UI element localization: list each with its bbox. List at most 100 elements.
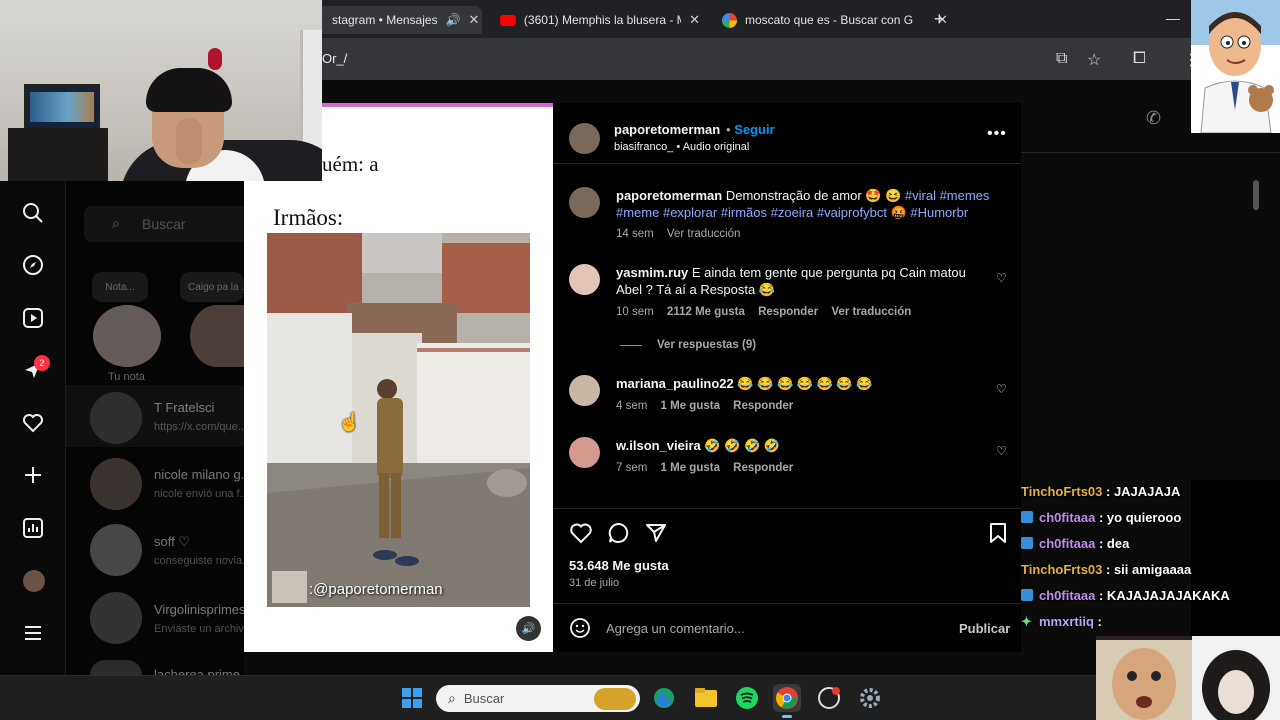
dm-search-input[interactable]: ⌕ Buscar [84,206,254,242]
phone-icon[interactable]: ✆ [1146,108,1161,129]
chat-message: ch0fitaaa : dea [1021,536,1129,551]
caption-hashtags[interactable]: #meme #explorar #irmãos #zoeira #vaiprof… [616,205,968,220]
note-bubble[interactable]: Nota... [92,272,148,302]
post-date: 31 de julio [569,577,620,589]
your-note-avatar[interactable] [93,305,161,367]
save-icon[interactable] [987,521,1009,550]
scrollbar[interactable] [1253,180,1259,210]
profile-avatar[interactable] [23,570,45,592]
thread-name[interactable]: soff ♡ [154,534,190,550]
tab-label: stagram • Mensajes [332,13,438,27]
thread-avatar [90,392,142,444]
comment-like-icon[interactable]: ♡ [996,382,1007,396]
chat-username[interactable]: ch0fitaaa [1039,536,1095,551]
publish-button[interactable]: Publicar [959,621,1010,636]
app-icon[interactable] [815,684,843,712]
search-icon[interactable] [20,200,46,226]
tab-youtube[interactable]: (3601) Memphis la blusera - Mo ✕ [490,6,700,34]
comment-author[interactable]: mariana_paulino22 [616,376,734,391]
chat-username[interactable]: ch0fitaaa [1039,588,1095,603]
minimize-button[interactable]: — [1166,10,1180,26]
install-app-icon[interactable]: ⧉ [1056,50,1067,68]
comment-like-icon[interactable]: ♡ [996,271,1007,285]
comment-likes[interactable]: 2112 Me gusta [667,306,745,318]
chat-message: TinchoFrts03 : JAJAJAJA [1021,484,1180,499]
subscriber-badge-icon [1021,537,1033,549]
thread-name[interactable]: T Fratelsci [154,400,214,415]
create-icon[interactable] [20,462,46,488]
taskbar-search[interactable]: ⌕ Buscar [436,685,640,712]
thread-avatar [90,458,142,510]
chat-username[interactable]: TinchoFrts03 [1021,562,1102,577]
comment-author[interactable]: w.ilson_vieira [616,438,701,453]
see-translation-link[interactable]: Ver traducción [831,306,911,318]
close-icon[interactable]: ✕ [469,12,480,28]
caption-author[interactable]: paporetomerman [616,188,722,203]
audio-label[interactable]: Audio original [683,141,750,153]
reply-link[interactable]: Responder [733,462,793,474]
tab-google[interactable]: moscato que es - Buscar con G ✕ [712,6,952,34]
note-avatar[interactable] [190,305,244,367]
thread-preview: nicole envió una f... [154,488,244,500]
mute-toggle-icon[interactable]: 🔊 [516,616,541,641]
follow-button[interactable]: • Seguir [726,122,775,137]
comment-likes[interactable]: 1 Me gusta [661,400,720,412]
caption-author-avatar[interactable] [569,187,600,218]
note-bubble[interactable]: Caigo pa la ... [180,272,244,302]
author-username[interactable]: paporetomerman [614,122,720,137]
comment-time: 7 sem [616,462,648,474]
reels-icon[interactable] [20,305,46,331]
url-text[interactable]: Or_/ [322,51,347,66]
close-icon[interactable]: ✕ [689,12,700,28]
tab-instagram[interactable]: stagram • Mensajes 🔊 ✕ [322,6,482,34]
emoji-icon[interactable] [569,617,591,644]
comment-avatar[interactable] [569,264,600,295]
view-replies-link[interactable]: Ver respuestas (9) [657,339,756,351]
windows-start-icon[interactable] [398,684,426,712]
see-translation-link[interactable]: Ver traducción [667,228,741,240]
chat-text: : sii amigaaaa [1102,562,1192,577]
chat-username[interactable]: mmxrtiiq [1039,614,1094,629]
comment-author[interactable]: yasmim.ruy [616,265,688,280]
spotify-icon[interactable] [733,684,761,712]
new-tab-button[interactable]: + [934,9,945,30]
author-avatar[interactable] [569,123,600,154]
thread-name[interactable]: Virgolinisprimes... [154,602,244,617]
file-explorer-icon[interactable] [692,684,720,712]
thread-name[interactable]: nicole milano g... [154,467,244,482]
dashboard-icon[interactable] [20,515,46,541]
bookmark-star-icon[interactable]: ☆ [1087,50,1101,70]
share-icon[interactable] [644,521,668,550]
vip-badge-icon: ✦ [1021,614,1032,629]
comment-avatar[interactable] [569,437,600,468]
collab-username[interactable]: biasifranco_ [614,141,673,153]
comment-input[interactable]: Agrega un comentario... [606,621,745,636]
comment-text: w.ilson_vieira 🤣 🤣 🤣 🤣 [616,437,976,454]
thread-name[interactable]: lacherea prime... [154,667,244,675]
reply-link[interactable]: Responder [758,306,818,318]
speaker-icon[interactable]: 🔊 [446,13,461,27]
edge-icon[interactable] [650,684,678,712]
like-icon[interactable] [569,521,593,550]
explore-icon[interactable] [20,252,46,278]
menu-icon[interactable] [20,620,46,646]
post-video[interactable]: :@paporetomerman [267,233,530,607]
heart-icon[interactable] [20,410,46,436]
comment-like-icon[interactable]: ♡ [996,444,1007,458]
comment-icon[interactable] [607,521,631,550]
comment-likes[interactable]: 1 Me gusta [661,462,720,474]
reply-link[interactable]: Responder [733,400,793,412]
audio-info[interactable]: biasifranco_ • Audio original [614,141,749,153]
caption-body: Demonstração de amor 🤩 😆 [725,188,902,203]
comment-avatar[interactable] [569,375,600,406]
more-options-icon[interactable]: ••• [987,125,1007,143]
chrome-icon[interactable] [773,684,801,712]
settings-icon[interactable] [856,684,884,712]
chat-message: ch0fitaaa : yo quierooo [1021,510,1181,525]
extensions-icon[interactable]: ⧠ [1133,50,1146,68]
likes-count[interactable]: 53.648 Me gusta [569,558,669,573]
chat-username[interactable]: ch0fitaaa [1039,510,1095,525]
caption-hashtags[interactable]: #viral #memes [905,188,990,203]
comment-time: 4 sem [616,400,648,412]
chat-username[interactable]: TinchoFrts03 [1021,484,1102,499]
